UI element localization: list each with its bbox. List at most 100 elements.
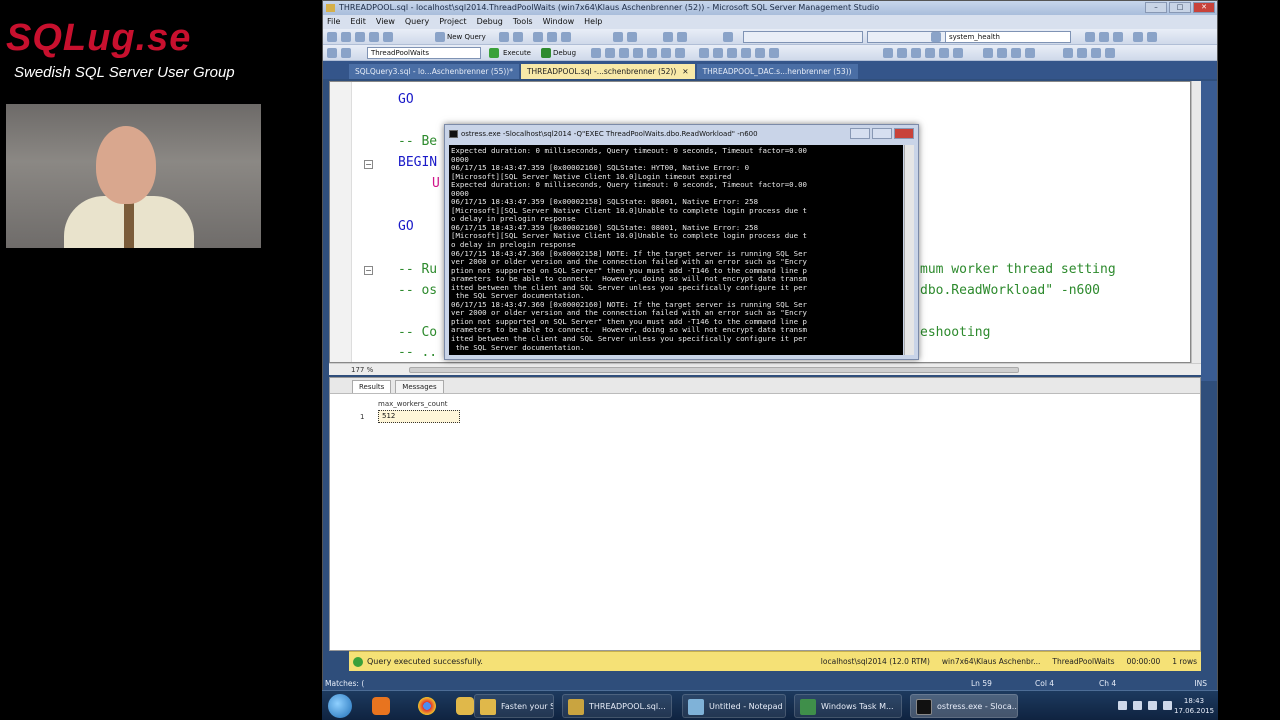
save-all-icon[interactable] (383, 32, 393, 42)
options-icon[interactable] (1147, 32, 1157, 42)
results-text-icon[interactable] (647, 48, 657, 58)
properties-icon[interactable] (1085, 32, 1095, 42)
start-debug-icon[interactable] (723, 32, 733, 42)
execute-button[interactable]: Execute (503, 48, 531, 58)
change-connection-icon[interactable] (341, 48, 351, 58)
spacing-icon[interactable] (925, 48, 935, 58)
column-header[interactable]: max_workers_count (378, 400, 448, 408)
network-icon[interactable] (1133, 701, 1142, 710)
align-left-icon[interactable] (883, 48, 893, 58)
activity-monitor-icon[interactable] (663, 32, 673, 42)
ssms-titlebar[interactable]: THREADPOOL.sql - localhost\sql2014.Threa… (323, 1, 1217, 15)
start-button[interactable] (328, 694, 352, 718)
task-task-manager[interactable]: Windows Task M... (794, 694, 902, 718)
format-d-icon[interactable] (1105, 48, 1115, 58)
new-file-icon[interactable] (327, 32, 337, 42)
paste-icon[interactable] (561, 32, 571, 42)
collapse-region-icon[interactable]: − (364, 266, 373, 275)
explorer-icon[interactable] (456, 697, 474, 715)
console-titlebar[interactable]: ostress.exe -Slocalhost\sql2014 -Q"EXEC … (445, 125, 918, 143)
flag-icon[interactable] (1163, 701, 1172, 710)
query-designer-icon[interactable] (633, 48, 643, 58)
uncomment-icon[interactable] (741, 48, 751, 58)
chrome-icon[interactable] (418, 697, 436, 715)
cut-icon[interactable] (533, 32, 543, 42)
close-button[interactable]: ✕ (1193, 2, 1215, 13)
format-a-icon[interactable] (1063, 48, 1073, 58)
execute-icon[interactable] (489, 48, 499, 58)
menu-edit[interactable]: Edit (350, 15, 366, 29)
decrease-indent-icon[interactable] (755, 48, 765, 58)
tab-results[interactable]: Results (352, 380, 392, 393)
properties-side-tab[interactable] (1201, 81, 1217, 381)
xevent-session-combo[interactable]: system_health (945, 31, 1071, 43)
menu-help[interactable]: Help (584, 15, 602, 29)
collapse-region-icon[interactable]: − (364, 160, 373, 169)
connect-icon[interactable] (327, 48, 337, 58)
debug-icon[interactable] (541, 48, 551, 58)
format-b-icon[interactable] (1077, 48, 1087, 58)
menu-tools[interactable]: Tools (513, 15, 533, 29)
layout-d-icon[interactable] (1025, 48, 1035, 58)
task-ostress[interactable]: ostress.exe - Sloca... (910, 694, 1018, 718)
query-analysis-icon[interactable] (513, 32, 523, 42)
task-notepad[interactable]: Untitled - Notepad (682, 694, 786, 718)
include-plan-icon[interactable] (699, 48, 709, 58)
xevents-icon[interactable] (931, 32, 941, 42)
layout-c-icon[interactable] (1011, 48, 1021, 58)
client-statistics-icon[interactable] (713, 48, 723, 58)
solution-config-combo[interactable] (743, 31, 863, 43)
cancel-query-icon[interactable] (591, 48, 601, 58)
size-icon[interactable] (939, 48, 949, 58)
menu-window[interactable]: Window (543, 15, 575, 29)
maximize-button[interactable]: □ (1169, 2, 1191, 13)
minimize-button[interactable]: – (1145, 2, 1167, 13)
comment-icon[interactable] (727, 48, 737, 58)
action-center-icon[interactable] (1118, 701, 1127, 710)
object-explorer-icon[interactable] (1099, 32, 1109, 42)
task-fasten-seatbelt[interactable]: Fasten your Seatb... (474, 694, 554, 718)
layout-a-icon[interactable] (983, 48, 993, 58)
display-plan-icon[interactable] (619, 48, 629, 58)
menu-query[interactable]: Query (405, 15, 429, 29)
undo-icon[interactable] (613, 32, 623, 42)
query-db-icon[interactable] (499, 32, 509, 42)
save-icon[interactable] (369, 32, 379, 42)
tab-threadpool[interactable]: THREADPOOL.sql -...schenbrenner (52)) ✕ (520, 64, 695, 79)
console-output[interactable]: Expected duration: 0 milliseconds, Query… (449, 145, 903, 355)
volume-icon[interactable] (1148, 701, 1157, 710)
editor-vertical-scrollbar[interactable] (1191, 81, 1201, 363)
template-icon[interactable] (1113, 32, 1123, 42)
result-cell[interactable]: 512 (378, 410, 460, 423)
debug-button[interactable]: Debug (553, 48, 576, 58)
console-maximize-button[interactable] (872, 128, 892, 139)
scrollbar-thumb[interactable] (409, 367, 1019, 373)
layout-b-icon[interactable] (997, 48, 1007, 58)
format-c-icon[interactable] (1091, 48, 1101, 58)
order-icon[interactable] (953, 48, 963, 58)
menu-debug[interactable]: Debug (477, 15, 503, 29)
new-query-icon[interactable] (435, 32, 445, 42)
menu-project[interactable]: Project (439, 15, 466, 29)
new-query-button[interactable]: New Query (447, 32, 486, 42)
results-file-icon[interactable] (675, 48, 685, 58)
increase-indent-icon[interactable] (769, 48, 779, 58)
editor-horizontal-scrollbar[interactable]: 177 % (329, 363, 1201, 375)
redo-icon[interactable] (627, 32, 637, 42)
console-close-button[interactable] (894, 128, 914, 139)
clock[interactable]: 18:43 17.06.2015 (1174, 696, 1214, 716)
align-right-icon[interactable] (911, 48, 921, 58)
menu-file[interactable]: File (327, 15, 340, 29)
zoom-level[interactable]: 177 % (351, 366, 373, 374)
add-item-icon[interactable] (341, 32, 351, 42)
tab-close-icon[interactable]: ✕ (682, 67, 688, 76)
task-ssms[interactable]: THREADPOOL.sql... (562, 694, 672, 718)
open-file-icon[interactable] (355, 32, 365, 42)
tab-messages[interactable]: Messages (395, 380, 444, 393)
align-center-icon[interactable] (897, 48, 907, 58)
menu-view[interactable]: View (376, 15, 395, 29)
ostress-console-window[interactable]: ostress.exe -Slocalhost\sql2014 -Q"EXEC … (444, 124, 919, 360)
navigate-icon[interactable] (677, 32, 687, 42)
tab-sqlquery3[interactable]: SQLQuery3.sql - lo...Aschenbrenner (55))… (349, 64, 519, 79)
media-player-icon[interactable] (372, 697, 390, 715)
